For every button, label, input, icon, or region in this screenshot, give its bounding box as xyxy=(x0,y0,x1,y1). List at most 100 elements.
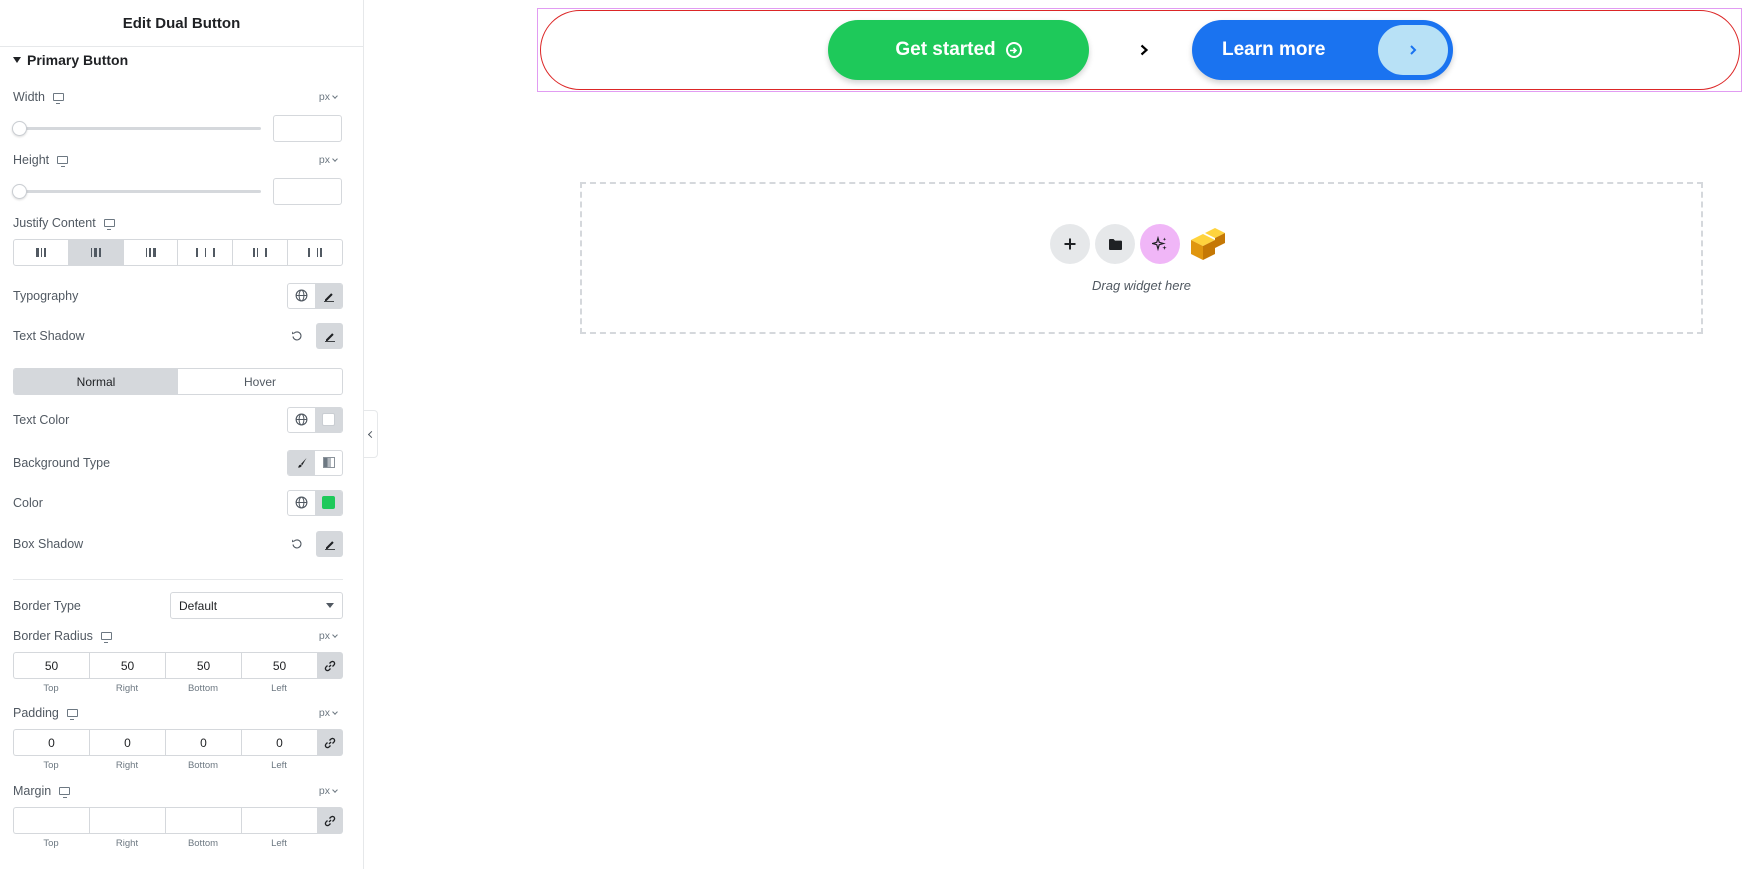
height-unit-select[interactable]: px xyxy=(318,154,338,166)
border-radius-left-input[interactable]: 50 xyxy=(241,652,317,679)
border-radius-right-input[interactable]: 50 xyxy=(89,652,165,679)
border-radius-unit-select[interactable]: px xyxy=(319,630,338,642)
gradient-icon[interactable] xyxy=(315,451,342,475)
justify-space-evenly-option[interactable] xyxy=(288,240,342,265)
margin-top-input[interactable] xyxy=(13,807,89,834)
box-shadow-actions xyxy=(283,530,343,557)
color-control: Color xyxy=(13,489,343,516)
border-radius-label: Border Radius xyxy=(13,629,112,643)
templates-library-icon[interactable] xyxy=(1185,224,1229,264)
drop-zone-text: Drag widget here xyxy=(1092,278,1191,293)
padding-unit-select[interactable]: px xyxy=(318,707,338,719)
desktop-icon[interactable] xyxy=(59,787,71,798)
width-slider[interactable] xyxy=(12,121,261,136)
padding-inputs: 0 0 0 0 xyxy=(13,729,343,756)
margin-bottom-input[interactable] xyxy=(165,807,241,834)
background-type-options xyxy=(287,449,343,476)
height-slider[interactable] xyxy=(12,184,261,199)
justify-content-control: Justify Content xyxy=(13,213,343,233)
globe-icon[interactable] xyxy=(288,284,315,308)
padding-label-text: Padding xyxy=(13,706,59,720)
dropdown-arrow-icon xyxy=(326,603,334,608)
text-color-swatch-button[interactable] xyxy=(315,407,342,432)
padding-bottom-input[interactable]: 0 xyxy=(165,729,241,756)
width-slider-handle[interactable] xyxy=(12,121,27,136)
border-type-select[interactable]: Default xyxy=(170,592,343,619)
justify-space-between-option[interactable] xyxy=(178,240,234,265)
padding-label: Padding xyxy=(13,706,78,720)
caret-down-icon xyxy=(13,57,21,63)
margin-inputs xyxy=(13,807,343,834)
width-unit-select[interactable]: px xyxy=(318,91,338,103)
border-type-label: Border Type xyxy=(13,598,81,613)
get-started-label: Get started xyxy=(895,39,996,60)
tab-hover[interactable]: Hover xyxy=(178,369,342,394)
side-label-top: Top xyxy=(43,760,59,771)
link-icon[interactable] xyxy=(317,807,343,834)
margin-label-text: Margin xyxy=(13,784,52,798)
typography-actions xyxy=(287,282,343,309)
folder-icon[interactable] xyxy=(1095,224,1135,264)
text-color-actions xyxy=(287,406,343,433)
link-icon[interactable] xyxy=(317,729,343,756)
height-input[interactable] xyxy=(273,178,342,205)
padding-control: Padding px xyxy=(13,703,343,723)
text-color-swatch xyxy=(322,413,335,426)
padding-right-input[interactable]: 0 xyxy=(89,729,165,756)
chevron-down-icon xyxy=(332,155,338,162)
desktop-icon[interactable] xyxy=(57,156,69,167)
width-unit-text: px xyxy=(318,91,330,103)
padding-side-labels: Top Right Bottom Left xyxy=(13,760,317,771)
justify-end-option[interactable] xyxy=(124,240,179,265)
width-input[interactable] xyxy=(273,115,342,142)
get-started-button[interactable]: Get started xyxy=(828,20,1089,80)
chevron-down-icon xyxy=(332,92,338,99)
justify-center-option[interactable] xyxy=(68,240,124,265)
desktop-icon[interactable] xyxy=(66,709,78,720)
pencil-icon[interactable] xyxy=(315,283,342,308)
side-label-left: Left xyxy=(271,683,287,694)
add-icon[interactable] xyxy=(1050,224,1090,264)
pencil-icon[interactable] xyxy=(316,530,343,557)
padding-left-input[interactable]: 0 xyxy=(241,729,317,756)
pencil-icon[interactable] xyxy=(316,322,343,349)
link-icon[interactable] xyxy=(317,652,343,679)
color-swatch-button[interactable] xyxy=(315,490,342,515)
brush-icon[interactable] xyxy=(288,450,315,475)
border-radius-control: Border Radius px xyxy=(13,626,343,646)
learn-more-label: Learn more xyxy=(1222,39,1326,60)
learn-more-button[interactable]: Learn more xyxy=(1192,20,1453,80)
padding-top-input[interactable]: 0 xyxy=(13,729,89,756)
globe-icon[interactable] xyxy=(288,408,315,432)
reset-icon[interactable] xyxy=(283,323,310,349)
color-label: Color xyxy=(13,495,43,510)
section-primary-button[interactable]: Primary Button xyxy=(13,52,128,68)
margin-left-input[interactable] xyxy=(241,807,317,834)
desktop-icon[interactable] xyxy=(103,219,115,230)
collapse-panel-toggle[interactable] xyxy=(364,410,378,458)
side-label-top: Top xyxy=(43,683,59,694)
reset-icon[interactable] xyxy=(283,531,310,557)
width-label-text: Width xyxy=(13,90,45,104)
desktop-icon[interactable] xyxy=(100,632,112,643)
desktop-icon[interactable] xyxy=(52,93,64,104)
globe-icon[interactable] xyxy=(288,491,315,515)
height-slider-handle[interactable] xyxy=(12,184,27,199)
margin-unit-select[interactable]: px xyxy=(319,785,338,797)
height-unit-text: px xyxy=(318,154,330,166)
side-label-left: Left xyxy=(271,760,287,771)
text-color-control: Text Color xyxy=(13,406,343,433)
padding-unit-text: px xyxy=(318,707,330,719)
border-radius-top-input[interactable]: 50 xyxy=(13,652,89,679)
divider xyxy=(13,579,343,580)
ai-sparkle-icon[interactable] xyxy=(1140,224,1180,264)
width-control: Width px xyxy=(13,87,343,107)
chevron-left-icon xyxy=(367,430,376,438)
justify-space-around-option[interactable] xyxy=(233,240,289,265)
border-radius-bottom-input[interactable]: 50 xyxy=(165,652,241,679)
chevron-down-icon xyxy=(332,631,338,638)
tab-normal[interactable]: Normal xyxy=(14,369,178,394)
margin-side-labels: Top Right Bottom Left xyxy=(13,838,317,849)
margin-right-input[interactable] xyxy=(89,807,165,834)
justify-start-option[interactable] xyxy=(14,240,69,265)
